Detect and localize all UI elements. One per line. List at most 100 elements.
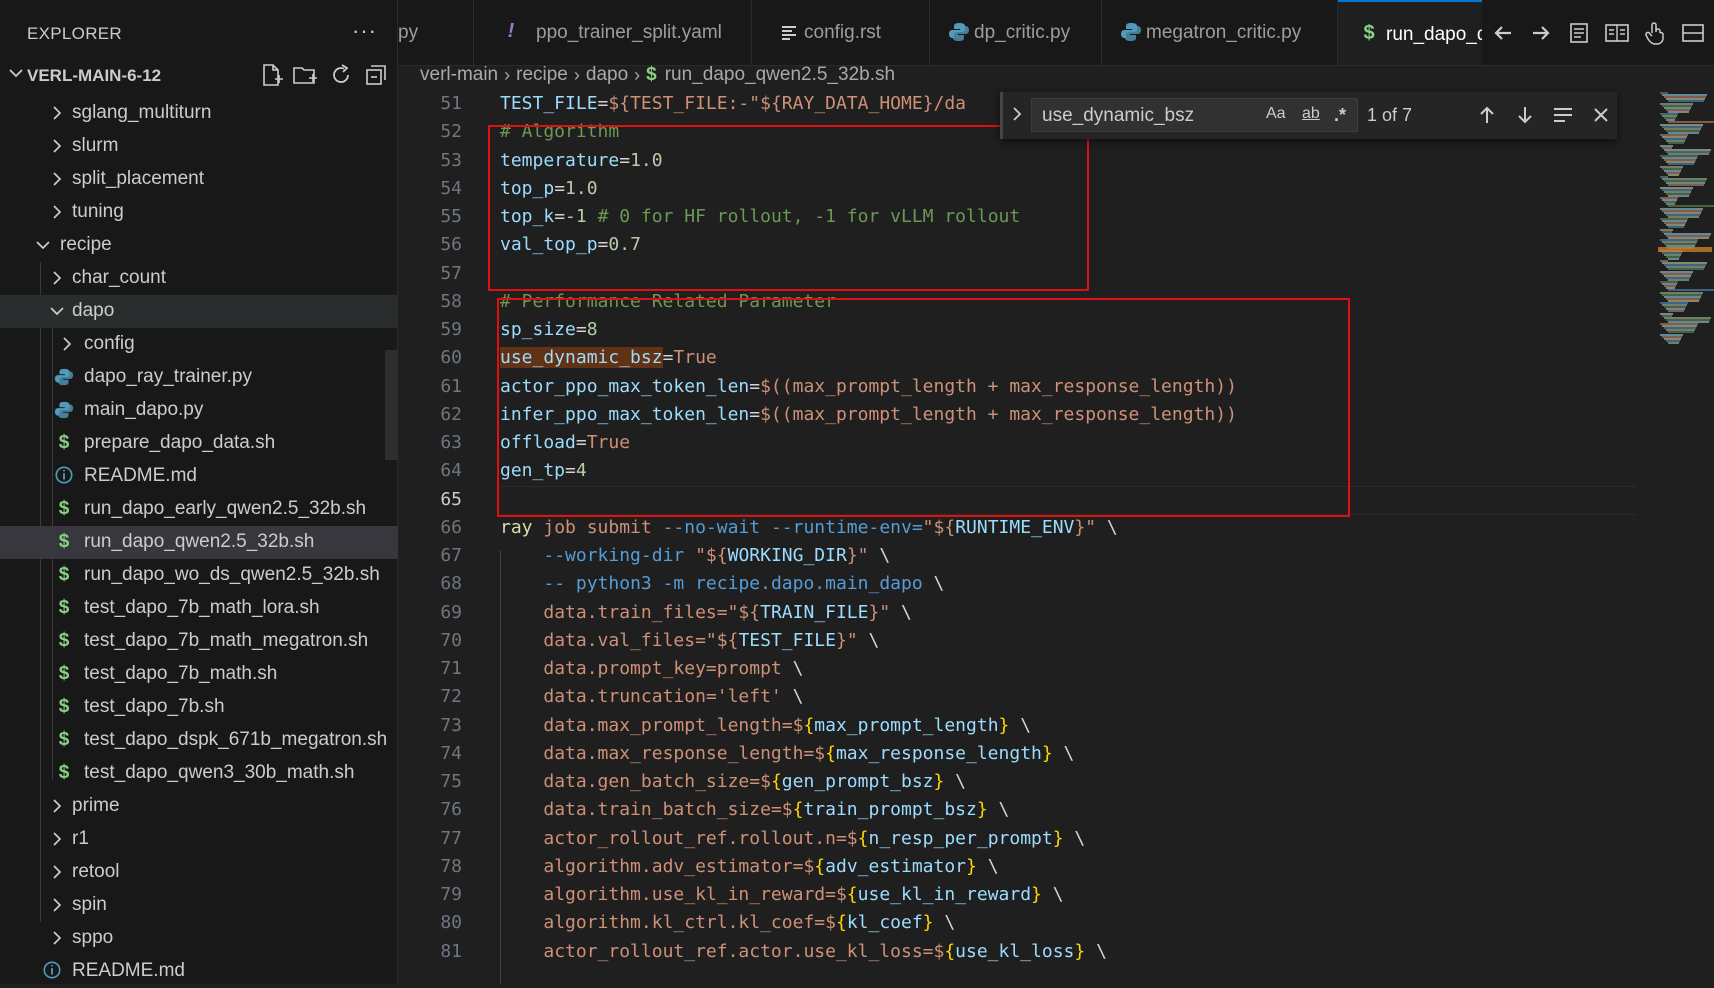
code-line[interactable]: 61 actor_ppo_max_token_len=$((max_prompt_… [398, 373, 1648, 401]
code-line[interactable]: 78 algorithm.adv_estimator=${adv_estimat… [398, 853, 1648, 881]
arrow-up-icon[interactable] [1475, 103, 1499, 127]
code-line[interactable]: 55 top_k=-1 # 0 for HF rollout, -1 for vL… [398, 203, 1648, 231]
code-line[interactable]: 59 sp_size=8 [398, 316, 1648, 344]
match-case-toggle[interactable]: Aa [1266, 105, 1286, 123]
close-icon[interactable] [1589, 103, 1613, 127]
tree-folder-config[interactable]: config [0, 328, 398, 361]
chevron-right-icon[interactable] [1007, 104, 1027, 124]
code-line[interactable]: 57 [398, 260, 1648, 288]
code-line[interactable]: 56 val_top_p=0.7 [398, 231, 1648, 259]
code-token: "${ [922, 516, 956, 538]
tab-config-rst[interactable]: config.rst [752, 0, 930, 65]
tree-folder-sglang-multiturn[interactable]: sglang_multiturn [0, 97, 398, 130]
tree-folder-r1[interactable]: r1 [0, 823, 398, 856]
match-whole-word-toggle[interactable]: ab [1302, 105, 1320, 123]
code-line[interactable]: 54 top_p=1.0 [398, 175, 1648, 203]
tree-file-prepare-dapo-data-sh[interactable]: $ prepare_dapo_data.sh [0, 427, 398, 460]
find-in-selection-icon[interactable] [1551, 103, 1575, 127]
code-line[interactable]: 60 use_dynamic_bsz=True [398, 344, 1648, 372]
shell-icon: $ [58, 564, 70, 585]
code-line[interactable]: 75 data.gen_batch_size=${gen_prompt_bsz}… [398, 768, 1648, 796]
code-token: --working-dir [543, 545, 685, 566]
code-line[interactable]: 62 infer_ppo_max_token_len=$((max_prompt_… [398, 401, 1648, 429]
tree-folder-char-count[interactable]: char_count [0, 262, 398, 295]
breadcrumb-item[interactable]: verl-main [420, 64, 498, 85]
tree-file-run-dapo-qwen2-5-32b-sh[interactable]: $ run_dapo_qwen2.5_32b.sh [0, 526, 398, 559]
tree-file-test-dapo-dspk-671b-megatron-sh[interactable]: $ test_dapo_dspk_671b_megatron.sh [0, 724, 398, 757]
more-actions-icon[interactable]: ··· [352, 18, 377, 44]
tree-file-test-dapo-qwen3-30b-math-sh[interactable]: $ test_dapo_qwen3_30b_math.sh [0, 757, 398, 790]
go-forward-icon[interactable] [1528, 20, 1554, 46]
tree-file-readme-md[interactable]: README.md [0, 460, 398, 493]
code-token: { [944, 940, 956, 962]
tree-file-readme-md[interactable]: README.md [0, 955, 398, 988]
tab-megatron-critic-py[interactable]: megatron_critic.py [1102, 0, 1338, 65]
code-line[interactable]: 53 temperature=1.0 [398, 147, 1648, 175]
sidebar-scrollbar[interactable] [385, 350, 398, 460]
tree-item-label: test_dapo_qwen3_30b_math.sh [84, 762, 355, 783]
code-line[interactable]: 80 algorithm.kl_ctrl.kl_coef=${kl_coef} … [398, 909, 1648, 937]
tree-folder-prime[interactable]: prime [0, 790, 398, 823]
use-regex-toggle[interactable]: .* [1334, 105, 1346, 126]
tree-folder-split-placement[interactable]: split_placement [0, 163, 398, 196]
line-number: 69 [440, 601, 462, 623]
explorer-header: EXPLORER ··· [0, 14, 398, 52]
tree-file-run-dapo-early-qwen2-5-32b-sh[interactable]: $ run_dapo_early_qwen2.5_32b.sh [0, 493, 398, 526]
code-line[interactable]: 79 algorithm.use_kl_in_reward=${use_kl_i… [398, 881, 1648, 909]
tree-file-dapo-ray-trainer-py[interactable]: dapo_ray_trainer.py [0, 361, 398, 394]
tree-folder-recipe[interactable]: recipe [0, 229, 398, 262]
split-editor-icon[interactable] [1680, 20, 1706, 46]
code-line[interactable]: 81 actor_rollout_ref.actor.use_kl_loss=$… [398, 938, 1648, 966]
code-line[interactable]: 72 data.truncation='left' \ [398, 683, 1648, 711]
refresh-icon[interactable] [328, 62, 354, 88]
code-line[interactable]: 71 data.prompt_key=prompt \ [398, 655, 1648, 683]
code-token: } [922, 912, 934, 934]
tree-folder-retool[interactable]: retool [0, 856, 398, 889]
code-line[interactable]: 70 data.val_files="${TEST_FILE}" \ [398, 627, 1648, 655]
collapse-all-icon[interactable] [363, 62, 389, 88]
code-token: TEST_FILE [500, 93, 598, 114]
code-line[interactable]: 58 # Performance Related Parameter [398, 288, 1648, 316]
go-back-icon[interactable] [1490, 20, 1516, 46]
tree-file-main-dapo-py[interactable]: main_dapo.py [0, 394, 398, 427]
tab-dp-critic-py[interactable]: dp_critic.py [930, 0, 1102, 65]
tree-folder-spin[interactable]: spin [0, 889, 398, 922]
tree-file-test-dapo-7b-sh[interactable]: $ test_dapo_7b.sh [0, 691, 398, 724]
tree-folder-slurm[interactable]: slurm [0, 130, 398, 163]
code-line[interactable]: 63 offload=True [398, 429, 1648, 457]
code-editor[interactable]: 51 TEST_FILE=${TEST_FILE:-"${RAY_DATA_HOM… [398, 92, 1648, 984]
new-folder-icon[interactable] [292, 62, 318, 88]
code-line[interactable]: 64 gen_tp=4 [398, 457, 1648, 485]
arrow-down-icon[interactable] [1513, 103, 1537, 127]
code-line[interactable]: 76 data.train_batch_size=${train_prompt_… [398, 796, 1648, 824]
code-line[interactable]: 66 ray job submit --no-wait --runtime-env… [398, 514, 1648, 542]
code-line[interactable]: 77 actor_rollout_ref.rollout.n=${n_resp_… [398, 825, 1648, 853]
find-input[interactable]: use_dynamic_bsz Aa ab .* [1031, 98, 1358, 132]
tree-file-run-dapo-wo-ds-qwen2-5-32b-sh[interactable]: $ run_dapo_wo_ds_qwen2.5_32b.sh [0, 559, 398, 592]
line-number: 74 [440, 742, 462, 764]
tree-file-test-dapo-7b-math-megatron-sh[interactable]: $ test_dapo_7b_math_megatron.sh [0, 625, 398, 658]
minimap[interactable] [1648, 92, 1714, 984]
tab-ppo-trainer-split-yaml[interactable]: ! ppo_trainer_split.yaml [474, 0, 752, 65]
code-line[interactable]: 69 data.train_files="${TRAIN_FILE}" \ [398, 599, 1648, 627]
tree-folder-dapo[interactable]: dapo [0, 295, 398, 328]
tree-file-test-dapo-7b-math-lora-sh[interactable]: $ test_dapo_7b_math_lora.sh [0, 592, 398, 625]
breadcrumb-item[interactable]: recipe [516, 64, 568, 85]
split-preview-icon[interactable] [1604, 20, 1630, 46]
tree-folder-sppo[interactable]: sppo [0, 922, 398, 955]
code-line[interactable]: 73 data.max_prompt_length=${max_prompt_l… [398, 712, 1648, 740]
tab-partial-py[interactable]: py [398, 0, 474, 65]
workspace-root[interactable]: VERL-MAIN-6-12 [0, 60, 398, 90]
new-file-icon[interactable] [258, 62, 284, 88]
breadcrumb-file[interactable]: run_dapo_qwen2.5_32b.sh [665, 64, 895, 85]
breadcrumb-item[interactable]: dapo [586, 64, 628, 85]
hand-pointer-icon[interactable] [1642, 20, 1668, 46]
minimap-line [1668, 257, 1679, 260]
tree-file-test-dapo-7b-math-sh[interactable]: $ test_dapo_7b_math.sh [0, 658, 398, 691]
code-line[interactable]: 65 [398, 485, 1648, 515]
code-line[interactable]: 67 --working-dir "${WORKING_DIR}" \ [398, 542, 1648, 570]
code-line[interactable]: 68 -- python3 -m recipe.dapo.main_dapo \ [398, 570, 1648, 598]
tree-folder-tuning[interactable]: tuning [0, 196, 398, 229]
code-line[interactable]: 74 data.max_response_length=${max_respon… [398, 740, 1648, 768]
open-preview-icon[interactable] [1566, 20, 1592, 46]
